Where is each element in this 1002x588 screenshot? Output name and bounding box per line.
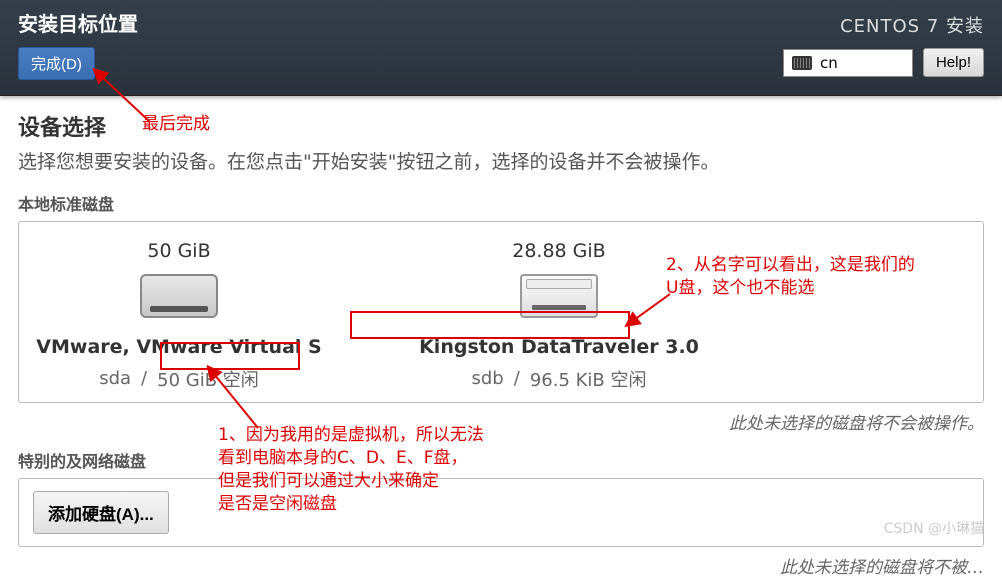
device-selection-desc: 选择您想要安装的设备。在您点击"开始安装"按钮之前，选择的设备并不会被操作。 xyxy=(18,148,984,177)
header-bar: 安装目标位置 完成(D) CENTOS 7 安装 cn Help! xyxy=(0,0,1002,96)
disk-dev-label: sdb xyxy=(472,368,504,389)
installer-title: CENTOS 7 安装 xyxy=(840,12,984,38)
keyboard-icon xyxy=(792,56,812,70)
disk-name-label: Kingston DataTraveler 3.0 xyxy=(415,336,703,358)
disk-sep: / xyxy=(141,368,147,389)
network-disks-heading: 特别的及网络磁盘 xyxy=(18,448,984,472)
device-selection-heading: 设备选择 xyxy=(18,110,984,142)
network-disks-panel: 添加硬盘(A)... xyxy=(18,478,984,547)
disk-size-label: 28.88 GiB xyxy=(512,240,605,262)
disk-meta: sdb / 96.5 KiB 空闲 xyxy=(472,366,647,392)
external-drive-icon xyxy=(520,274,598,318)
disk-dev-label: sda xyxy=(99,368,131,389)
disk-meta: sda / 50 GiB 空闲 xyxy=(99,366,259,392)
done-button[interactable]: 完成(D) xyxy=(18,47,95,80)
disk-sep: / xyxy=(514,368,520,389)
keyboard-layout-label: cn xyxy=(820,54,838,72)
disk-free-label: 96.5 KiB 空闲 xyxy=(530,366,647,392)
keyboard-layout-selector[interactable]: cn xyxy=(783,49,913,77)
header-controls: cn Help! xyxy=(783,48,984,77)
not-selected-note-2: 此处未选择的磁盘将不被… xyxy=(18,553,984,578)
add-disk-button[interactable]: 添加硬盘(A)... xyxy=(33,491,169,534)
disk-size-label: 50 GiB xyxy=(147,240,210,262)
not-selected-note: 此处未选择的磁盘将不会被操作。 xyxy=(18,409,984,434)
body-area: 设备选择 选择您想要安装的设备。在您点击"开始安装"按钮之前，选择的设备并不会被… xyxy=(0,96,1002,588)
local-disks-panel: 50 GiB VMware, VMware Virtual S sda / 50… xyxy=(18,221,984,403)
help-button[interactable]: Help! xyxy=(923,48,984,77)
local-disks-heading: 本地标准磁盘 xyxy=(18,191,984,215)
disk-item-sdb[interactable]: 28.88 GiB Kingston DataTraveler 3.0 sdb … xyxy=(409,240,709,392)
watermark: CSDN @小琳猫 xyxy=(884,518,984,538)
harddisk-icon xyxy=(140,274,218,318)
disk-name-label: VMware, VMware Virtual S xyxy=(32,336,325,358)
page-title: 安装目标位置 xyxy=(18,8,138,37)
header-right: CENTOS 7 安装 cn Help! xyxy=(783,8,984,87)
header-left: 安装目标位置 完成(D) xyxy=(18,8,138,87)
disk-free-label: 50 GiB 空闲 xyxy=(157,366,259,392)
disk-item-sda[interactable]: 50 GiB VMware, VMware Virtual S sda / 50… xyxy=(29,240,329,392)
